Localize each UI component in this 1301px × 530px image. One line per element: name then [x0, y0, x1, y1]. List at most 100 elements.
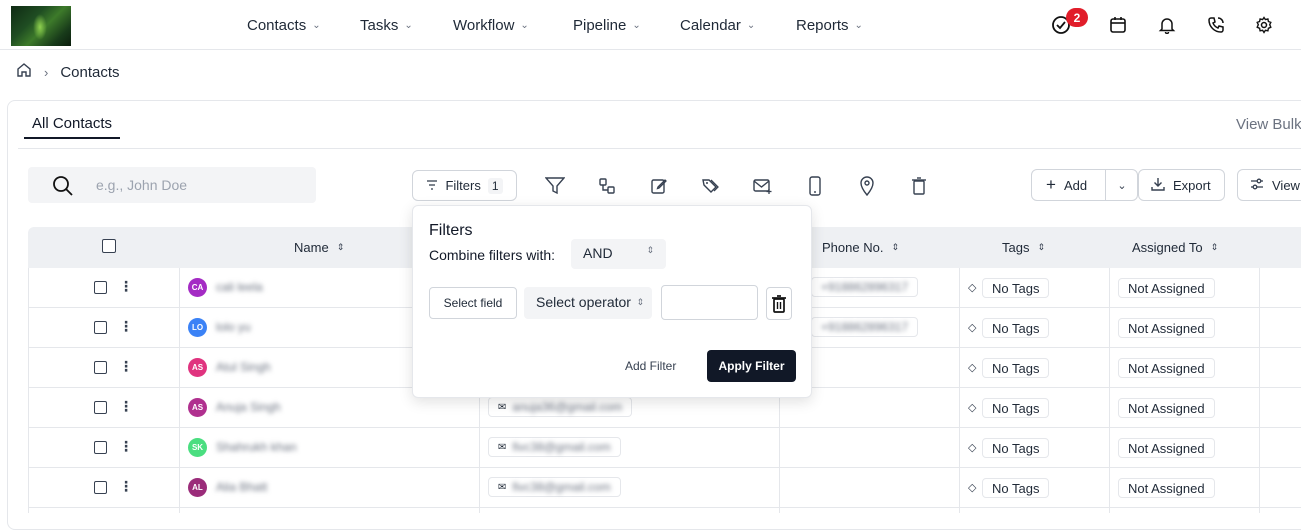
chevron-updown-icon: ⇕	[636, 297, 644, 308]
column-header-tags[interactable]: Tags ⇕	[1002, 240, 1045, 255]
delete-filter-icon[interactable]	[766, 287, 792, 320]
select-field-button[interactable]: Select field	[429, 287, 517, 319]
contact-email: fivc38@gmail.com	[512, 480, 611, 494]
filter-value-input[interactable]	[661, 285, 758, 320]
tags-chip[interactable]: No Tags	[982, 358, 1050, 378]
chevron-down-icon: ⌄	[632, 20, 641, 31]
calendar-icon[interactable]	[1108, 15, 1128, 35]
select-operator-dropdown[interactable]: Select operator ⇕	[524, 287, 652, 319]
location-pin-icon[interactable]	[856, 175, 878, 197]
delete-trash-icon[interactable]	[908, 175, 930, 197]
email-add-icon[interactable]	[752, 175, 774, 197]
nav-contacts[interactable]: Contacts ⌄	[247, 17, 321, 34]
header-label: Phone No.	[822, 240, 884, 255]
tags-chip[interactable]: No Tags	[982, 478, 1050, 498]
email-chip[interactable]: ✉ fivc38@gmail.com	[488, 437, 621, 457]
phone-chip[interactable]: +918862896317	[811, 317, 919, 337]
assigned-chip[interactable]: Not Assigned	[1118, 438, 1215, 458]
sort-icon: ⇕	[1210, 242, 1219, 252]
email-chip[interactable]: ✉ anuja36@gmail.com	[488, 397, 632, 417]
nav-reports[interactable]: Reports ⌄	[796, 17, 863, 34]
chevron-down-icon: ⌄	[312, 20, 321, 31]
contact-phone: +918862896317	[821, 320, 909, 334]
row-checkbox[interactable]	[94, 401, 107, 414]
contact-name[interactable]: Atul Singh	[216, 360, 271, 374]
column-header-name[interactable]: Name ⇕	[294, 240, 344, 255]
row-checkbox[interactable]	[94, 361, 107, 374]
nav-calendar[interactable]: Calendar ⌄	[680, 17, 755, 34]
tag-icon: ◇	[968, 482, 977, 494]
nav-label: Tasks	[360, 17, 399, 34]
mobile-phone-icon[interactable]	[804, 175, 826, 197]
tags-chip[interactable]: No Tags	[982, 318, 1050, 338]
contact-name[interactable]: lolo yu	[216, 320, 251, 334]
assigned-chip[interactable]: Not Assigned	[1118, 398, 1215, 418]
add-label: Add	[1063, 177, 1088, 193]
search-placeholder: e.g., John Doe	[96, 177, 188, 193]
edit-note-icon[interactable]	[648, 175, 670, 197]
tabs-divider	[18, 148, 1301, 149]
row-menu-kebab-icon[interactable]: ⋮	[119, 358, 133, 375]
combine-operator-select[interactable]: AND ⇕	[571, 239, 666, 269]
assigned-chip[interactable]: Not Assigned	[1118, 318, 1215, 338]
row-menu-kebab-icon[interactable]: ⋮	[119, 438, 133, 455]
apply-filter-button[interactable]: Apply Filter	[707, 350, 796, 382]
avatar: SK	[188, 438, 207, 457]
tags-chip[interactable]: No Tags	[982, 398, 1050, 418]
column-header-phone[interactable]: Phone No. ⇕	[822, 240, 899, 255]
row-menu-kebab-icon[interactable]: ⋮	[119, 478, 133, 495]
header-label: Assigned To	[1132, 240, 1203, 255]
row-checkbox[interactable]	[94, 441, 107, 454]
avatar: LO	[188, 318, 207, 337]
top-navbar: Contacts ⌄ Tasks ⌄ Workflow ⌄ Pipeline ⌄ Cal…	[0, 0, 1301, 50]
assigned-chip[interactable]: Not Assigned	[1118, 278, 1215, 298]
view-bulk-link[interactable]: View Bulk	[1236, 116, 1301, 133]
row-menu-kebab-icon[interactable]: ⋮	[119, 318, 133, 335]
row-menu-kebab-icon[interactable]: ⋮	[119, 398, 133, 415]
nav-label: Reports	[796, 17, 849, 34]
column-header-assigned[interactable]: Assigned To ⇕	[1132, 240, 1218, 255]
row-checkbox[interactable]	[94, 281, 107, 294]
tab-all-contacts[interactable]: All Contacts	[24, 115, 121, 139]
mail-icon: ✉	[498, 441, 507, 453]
assigned-chip[interactable]: Not Assigned	[1118, 358, 1215, 378]
nav-pipeline[interactable]: Pipeline ⌄	[573, 17, 641, 34]
phone-chip[interactable]: +918862896317	[811, 277, 919, 297]
contact-name[interactable]: Anuja Singh	[216, 400, 281, 414]
funnel-icon[interactable]	[544, 175, 566, 197]
view-button[interactable]: View	[1237, 169, 1301, 201]
tags-chip[interactable]: No Tags	[982, 438, 1050, 458]
add-dropdown-chevron-icon[interactable]: ⌄	[1105, 170, 1138, 200]
add-button[interactable]: + Add ⌄	[1031, 169, 1138, 201]
tags-icon[interactable]	[700, 175, 722, 197]
tags-chip[interactable]: No Tags	[982, 278, 1050, 298]
phone-call-icon[interactable]	[1206, 15, 1226, 35]
row-menu-kebab-icon[interactable]: ⋮	[119, 278, 133, 295]
filter-popup: Filters Combine filters with: AND ⇕ Sele…	[412, 205, 812, 398]
export-label: Export	[1173, 177, 1211, 193]
email-chip[interactable]: ✉ fivc38@gmail.com	[488, 477, 621, 497]
nav-tasks[interactable]: Tasks ⌄	[360, 17, 413, 34]
contact-email: anuja36@gmail.com	[512, 400, 622, 414]
nav-workflow[interactable]: Workflow ⌄	[453, 17, 529, 34]
chevron-down-icon: ⌄	[404, 20, 413, 31]
app-logo[interactable]	[11, 6, 71, 46]
contact-name[interactable]: cali leela	[216, 280, 263, 294]
export-button[interactable]: Export	[1138, 169, 1225, 201]
contact-name[interactable]: Shahrukh khan	[216, 440, 297, 454]
search-input[interactable]: e.g., John Doe	[28, 167, 316, 203]
merge-icon[interactable]	[596, 175, 618, 197]
assigned-chip[interactable]: Not Assigned	[1118, 478, 1215, 498]
row-checkbox[interactable]	[94, 321, 107, 334]
select-all-checkbox[interactable]	[102, 239, 116, 253]
home-icon[interactable]	[16, 62, 32, 82]
sort-icon: ⇕	[891, 242, 899, 252]
filters-count-badge: 1	[487, 177, 503, 194]
bell-icon[interactable]	[1157, 15, 1177, 35]
row-checkbox[interactable]	[94, 481, 107, 494]
chevron-right-icon: ›	[44, 64, 49, 80]
add-filter-button[interactable]: Add Filter	[625, 359, 676, 373]
contact-name[interactable]: Alia Bhatt	[216, 480, 267, 494]
filters-button[interactable]: Filters 1	[412, 170, 517, 201]
settings-gear-icon[interactable]	[1254, 15, 1274, 35]
